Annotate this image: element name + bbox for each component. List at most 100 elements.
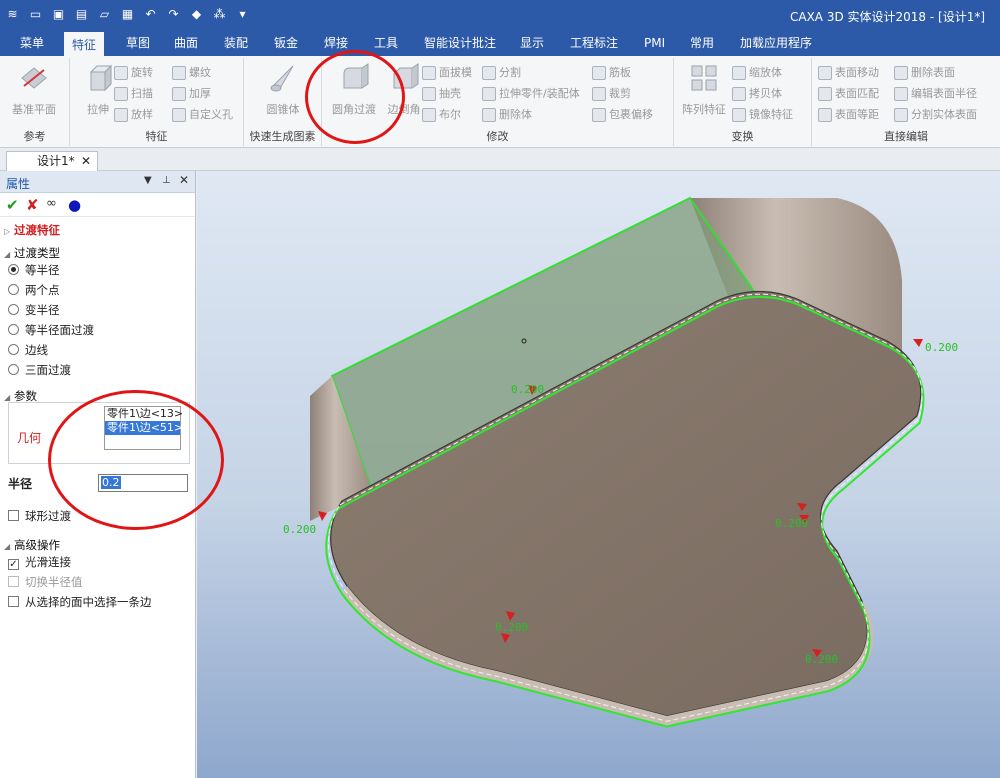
collapse-triangle-icon: ▷ — [4, 227, 11, 236]
thicken-button[interactable]: 加厚 — [172, 85, 211, 103]
cancel-x-icon[interactable]: ✘ — [26, 196, 39, 214]
tab-tools[interactable]: 工具 — [366, 30, 406, 56]
tab-sketch[interactable]: 草图 — [118, 30, 158, 56]
tab-display[interactable]: 显示 — [512, 30, 552, 56]
delete-body-label: 删除体 — [499, 108, 532, 121]
wrap-offset-button[interactable]: 包裹偏移 — [592, 106, 653, 124]
rib-icon — [592, 66, 606, 80]
edit-face-radius-button[interactable]: 编辑表面半径 — [894, 85, 977, 103]
tab-sheetmetal[interactable]: 钣金 — [266, 30, 306, 56]
tab-load-app[interactable]: 加载应用程序 — [732, 30, 820, 56]
tab-common[interactable]: 常用 — [682, 30, 722, 56]
mirror-feature-button[interactable]: 镜像特征 — [732, 106, 793, 124]
offset-face-button[interactable]: 表面等距 — [818, 106, 879, 124]
group-modify-label: 修改 — [486, 130, 509, 143]
panel-close-icon[interactable]: ✕ — [179, 173, 189, 187]
custom-hole-button[interactable]: 自定义孔 — [172, 106, 233, 124]
tab-surface[interactable]: 曲面 — [166, 30, 206, 56]
delete-face-button[interactable]: 删除表面 — [894, 64, 955, 82]
tab-smart-annotation[interactable]: 智能设计批注 — [416, 30, 504, 56]
group-feature: 拉伸 旋转 扫描 放样 螺纹 加厚 自定义孔 特征 — [70, 58, 244, 146]
type-label: 三面过渡 — [25, 363, 71, 377]
select-edge-checkbox[interactable]: 从选择的面中选择一条边 — [0, 593, 196, 612]
tab-drawing-annotation[interactable]: 工程标注 — [562, 30, 626, 56]
property-panel: 属性 ▼ ⊥ ✕ ✔ ✘ ∞ ● ▷ 过渡特征 ◢ 过渡类型 等半径 两个点 变半径… — [0, 171, 196, 778]
panel-menu-dropdown-icon[interactable]: ▼ — [144, 175, 152, 186]
revolve-button[interactable]: 旋转 — [114, 64, 153, 82]
datum-plane-button[interactable]: 基准平面 — [6, 62, 62, 122]
radio-constant-face[interactable]: 等半径面过渡 — [0, 321, 196, 340]
undo-icon[interactable]: ↶ — [142, 5, 159, 22]
scale-body-button[interactable]: 缩放体 — [732, 64, 782, 82]
section-fillet-feature[interactable]: ▷ 过渡特征 — [0, 221, 196, 240]
split-button[interactable]: 分割 — [482, 64, 521, 82]
new-document-icon[interactable]: ▤ — [73, 5, 90, 22]
thread-icon — [172, 66, 186, 80]
geometry-list[interactable]: 零件1\边<13> 零件1\边<51> — [104, 406, 183, 450]
cone-button[interactable]: 圆锥体 — [255, 62, 311, 122]
type-label: 等半径面过渡 — [25, 323, 94, 337]
trim-button[interactable]: 裁剪 — [592, 85, 631, 103]
geometry-item[interactable]: 零件1\边<13> — [105, 407, 183, 421]
3d-viewport[interactable]: 0.200 0.200 0.200 0.200 0.200 0.200 — [197, 171, 1000, 778]
close-icon[interactable]: ✕ — [81, 152, 91, 170]
move-face-label: 表面移动 — [835, 66, 879, 79]
new-drawing-icon[interactable]: ▣ — [50, 5, 67, 22]
wrap-offset-icon — [592, 108, 606, 122]
app-logo-icon[interactable]: ≋ — [4, 5, 21, 22]
loft-button[interactable]: 放样 — [114, 106, 153, 124]
match-face-button[interactable]: 表面匹配 — [818, 85, 879, 103]
customize-dropdown-icon[interactable]: ▾ — [234, 5, 251, 22]
tab-feature[interactable]: 特征 — [64, 30, 105, 56]
boolean-button[interactable]: 布尔 — [422, 106, 461, 124]
sweep-button[interactable]: 扫描 — [114, 85, 153, 103]
help-ball-icon[interactable]: ● — [68, 196, 81, 214]
fillet-button[interactable]: 圆角过渡 — [326, 62, 382, 122]
spherical-checkbox[interactable]: 球形过渡 — [0, 507, 196, 526]
radio-edge-line[interactable]: 边线 — [0, 341, 196, 360]
preview-glasses-icon[interactable]: ∞ — [46, 196, 57, 211]
geometry-item-selected[interactable]: 零件1\边<51> — [105, 421, 183, 435]
redo-icon[interactable]: ↷ — [165, 5, 182, 22]
radio-two-points[interactable]: 两个点 — [0, 281, 196, 300]
thread-button[interactable]: 螺纹 — [172, 64, 211, 82]
radio-three-face[interactable]: 三面过渡 — [0, 361, 196, 380]
ok-check-icon[interactable]: ✔ — [6, 196, 19, 214]
pattern-feature-button[interactable]: 阵列特征 — [676, 62, 732, 122]
tab-weld[interactable]: 焊接 — [316, 30, 356, 56]
group-direct-label: 直接编辑 — [884, 130, 928, 143]
pin-icon[interactable]: ⊥ — [162, 175, 171, 186]
radio-variable-radius[interactable]: 变半径 — [0, 301, 196, 320]
part-model: 0.200 0.200 0.200 0.200 0.200 0.200 — [283, 196, 958, 728]
tab-menu[interactable]: 菜单 — [12, 30, 52, 56]
group-direct-edit: 表面移动 表面匹配 表面等距 删除表面 编辑表面半径 分割实体表面 直接编辑 — [812, 58, 1000, 146]
smooth-checkbox[interactable]: ✓ 光滑连接 — [0, 553, 196, 572]
split-solid-face-icon — [894, 108, 908, 122]
design-tree-icon[interactable]: ⁂ — [211, 5, 228, 22]
edit-face-radius-icon — [894, 87, 908, 101]
document-tab[interactable]: 设计1* ✕ — [6, 151, 98, 171]
radius-input[interactable]: 0.2 — [98, 474, 188, 492]
radio-off-icon — [8, 344, 19, 355]
split-solid-face-button[interactable]: 分割实体表面 — [894, 106, 977, 124]
open-folder-icon[interactable]: ▱ — [96, 5, 113, 22]
delete-body-button[interactable]: 删除体 — [482, 106, 532, 124]
move-face-button[interactable]: 表面移动 — [818, 64, 879, 82]
switch-radius-checkbox[interactable]: 切换半径值 — [0, 573, 196, 592]
tab-assembly[interactable]: 装配 — [216, 30, 256, 56]
draft-icon — [422, 66, 436, 80]
custom-hole-label: 自定义孔 — [189, 108, 233, 121]
group-feature-label: 特征 — [145, 130, 168, 143]
rib-button[interactable]: 筋板 — [592, 64, 631, 82]
tab-pmi[interactable]: PMI — [636, 30, 673, 56]
group-transform-label: 变换 — [731, 130, 754, 143]
new-file-icon[interactable]: ▭ — [27, 5, 44, 22]
radio-constant-radius[interactable]: 等半径 — [0, 261, 196, 280]
render-icon[interactable]: ◆ — [188, 5, 205, 22]
save-icon[interactable]: ▦ — [119, 5, 136, 22]
shell-button[interactable]: 抽壳 — [422, 85, 461, 103]
pull-to-assembly-button[interactable]: 拉伸零件/装配体 — [482, 85, 580, 103]
draft-button[interactable]: 面拔模 — [422, 64, 472, 82]
revolve-icon — [114, 66, 128, 80]
copy-body-button[interactable]: 拷贝体 — [732, 85, 782, 103]
